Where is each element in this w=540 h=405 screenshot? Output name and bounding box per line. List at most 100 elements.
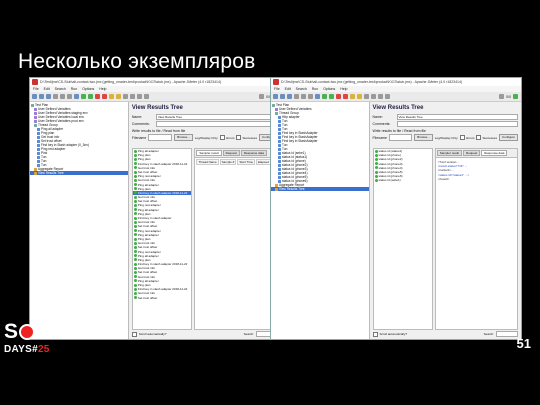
success-status-icon xyxy=(133,266,137,270)
name-input[interactable]: View Results Tree xyxy=(155,113,278,121)
menu-item-search[interactable]: Search xyxy=(296,87,307,91)
filename-input[interactable] xyxy=(388,134,413,141)
http-node-icon xyxy=(278,147,281,151)
paste-icon[interactable] xyxy=(308,94,313,99)
new-icon[interactable] xyxy=(273,94,278,99)
plan-node-icon xyxy=(275,111,278,115)
sample-result-row[interactable]: Set trust offset xyxy=(133,296,191,300)
warning-icon xyxy=(499,94,505,99)
success-status-icon xyxy=(133,162,137,166)
reset-search-icon[interactable] xyxy=(371,94,376,99)
checkbox-box[interactable] xyxy=(476,135,482,140)
menu-item-file[interactable]: File xyxy=(274,87,280,91)
success-status-icon xyxy=(133,224,137,228)
stop-icon[interactable] xyxy=(336,94,341,99)
start-no-pauses-icon[interactable] xyxy=(329,94,334,99)
detail-tabs: Sampler result Request Response data xyxy=(195,149,277,158)
tree-node[interactable]: View Results Tree xyxy=(271,187,369,191)
tab-sampler-result[interactable]: Sampler result xyxy=(196,150,222,156)
success-status-icon xyxy=(133,216,137,220)
function-helper-icon[interactable] xyxy=(378,94,383,99)
browse-button[interactable]: Browse... xyxy=(414,134,433,141)
clear-all-icon[interactable] xyxy=(357,94,362,99)
tab-response-data[interactable]: Response data xyxy=(481,150,508,156)
shutdown-icon[interactable] xyxy=(343,94,348,99)
help-icon[interactable] xyxy=(144,94,149,99)
browse-button[interactable]: Browse... xyxy=(174,134,193,141)
open-icon[interactable] xyxy=(39,94,44,99)
copy-icon[interactable] xyxy=(301,94,306,99)
tab-response-data[interactable]: Response data xyxy=(240,150,268,156)
configurebutton[interactable]: Configure xyxy=(498,134,518,141)
menu-item-run[interactable]: Run xyxy=(312,87,318,91)
page-number: 51 xyxy=(516,336,531,351)
jmeter-app-icon xyxy=(273,79,279,85)
clear-all-icon[interactable] xyxy=(116,94,121,99)
menu-item-help[interactable]: Help xyxy=(99,87,106,91)
name-value: View Results Tree xyxy=(157,114,182,119)
checkbox-label: Errors xyxy=(226,135,235,140)
checkbox-box[interactable] xyxy=(460,135,466,140)
stop-icon[interactable] xyxy=(95,94,100,99)
save-icon[interactable] xyxy=(287,94,292,99)
paste-icon[interactable] xyxy=(67,94,72,99)
start-icon[interactable] xyxy=(322,94,327,99)
expand-icon[interactable] xyxy=(315,94,320,99)
checkbox-label: Successes xyxy=(482,135,497,140)
copy-icon[interactable] xyxy=(60,94,65,99)
menu-item-file[interactable]: File xyxy=(33,87,39,91)
shutdown-icon[interactable] xyxy=(102,94,107,99)
menu-item-options[interactable]: Options xyxy=(323,87,335,91)
function-helper-icon[interactable] xyxy=(137,94,142,99)
successes-checkbox[interactable]: Successes xyxy=(236,135,257,140)
menu-item-run[interactable]: Run xyxy=(71,87,77,91)
http-node-icon xyxy=(37,151,40,155)
bottom-controls: Scroll automatically? Search: xyxy=(131,331,278,337)
help-icon[interactable] xyxy=(385,94,390,99)
errors-checkbox[interactable]: Errors xyxy=(460,135,474,140)
tab-sampler-result[interactable]: Sampler result xyxy=(436,150,463,156)
scroll-auto-checkbox[interactable] xyxy=(372,331,378,337)
scroll-auto-checkbox[interactable] xyxy=(131,331,137,337)
menu-item-options[interactable]: Options xyxy=(82,87,94,91)
tree-node-label: View Results Tree xyxy=(279,187,305,191)
sample-result-row[interactable]: status id (sebe1) xyxy=(374,178,432,182)
menu-item-help[interactable]: Help xyxy=(340,87,347,91)
clear-icon[interactable] xyxy=(350,94,355,99)
http-node-icon xyxy=(37,159,40,163)
bottom-controls: Scroll automatically? Search: xyxy=(372,331,518,337)
search-icon[interactable] xyxy=(364,94,369,99)
clear-icon[interactable] xyxy=(109,94,114,99)
menu-item-search[interactable]: Search xyxy=(55,87,66,91)
listener-node-icon xyxy=(275,187,278,191)
menu-item-edit[interactable]: Edit xyxy=(44,87,50,91)
name-input[interactable]: View Results Tree xyxy=(396,113,518,121)
open-icon[interactable] xyxy=(280,94,285,99)
tab-request[interactable]: Request xyxy=(463,150,481,156)
reset-search-icon[interactable] xyxy=(130,94,135,99)
new-icon[interactable] xyxy=(32,94,37,99)
checkbox-label: Successes xyxy=(242,135,257,140)
search-icon[interactable] xyxy=(123,94,128,99)
search-input[interactable] xyxy=(496,331,518,337)
errors-checkbox[interactable]: Errors xyxy=(220,135,234,140)
cfg-node-icon xyxy=(34,115,37,119)
http-node-icon xyxy=(278,139,281,143)
cut-icon[interactable] xyxy=(53,94,58,99)
success-status-icon xyxy=(133,199,137,203)
expand-icon[interactable] xyxy=(74,94,79,99)
comments-input[interactable] xyxy=(396,120,518,128)
tree-node[interactable]: View Results Tree xyxy=(30,171,128,175)
cut-icon[interactable] xyxy=(294,94,299,99)
successes-checkbox[interactable]: Successes xyxy=(476,135,497,140)
filename-input[interactable] xyxy=(148,134,173,141)
start-icon[interactable] xyxy=(81,94,86,99)
save-icon[interactable] xyxy=(46,94,51,99)
comments-input[interactable] xyxy=(155,120,278,128)
tab-request[interactable]: Request xyxy=(222,150,240,156)
menu-item-edit[interactable]: Edit xyxy=(285,87,291,91)
checkbox-box[interactable] xyxy=(236,135,242,140)
checkbox-box[interactable] xyxy=(220,135,226,140)
plan-node-icon xyxy=(272,103,275,107)
start-no-pauses-icon[interactable] xyxy=(88,94,93,99)
